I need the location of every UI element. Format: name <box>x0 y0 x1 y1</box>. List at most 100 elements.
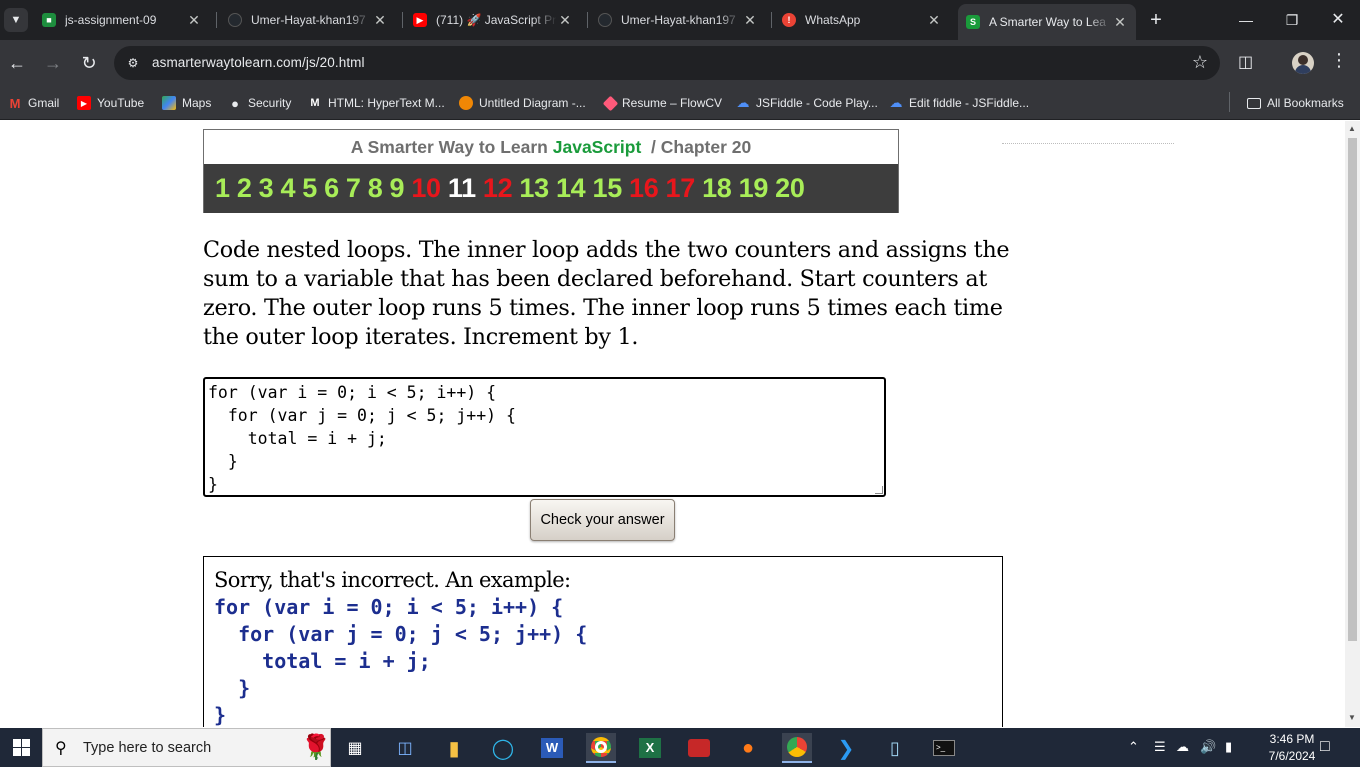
tab-search-button[interactable]: ▼ <box>4 8 28 32</box>
close-icon[interactable]: ✕ <box>742 12 758 29</box>
bookmarks-separator <box>1229 92 1230 112</box>
chapter-link-16[interactable]: 16 <box>629 173 659 204</box>
bookmark-label: Security <box>248 96 292 110</box>
vscode-icon[interactable]: ❯ <box>831 733 861 763</box>
screen-recorder-icon[interactable] <box>684 733 714 763</box>
file-explorer-icon[interactable]: ▮ <box>439 733 469 763</box>
chrome-menu-icon[interactable]: ⋮ <box>1330 50 1348 71</box>
chapter-link-20[interactable]: 20 <box>775 173 805 204</box>
bookmark-maps[interactable]: Maps <box>162 93 211 113</box>
check-answer-button[interactable]: Check your answer <box>530 499 675 541</box>
windows-taskbar: ⚲ Type here to search 🌹 ▦ ◫ ▮ ◯ W X ● ❯ … <box>0 728 1360 767</box>
resize-grip-icon[interactable] <box>875 486 883 494</box>
bookmark-drawio[interactable]: Untitled Diagram -... <box>459 93 586 113</box>
show-hidden-icons[interactable]: ⌃ <box>1128 739 1139 755</box>
chapter-link-19[interactable]: 19 <box>739 173 769 204</box>
tab-youtube[interactable]: ▶ (711) 🚀 JavaScript Pr ✕ <box>405 6 581 34</box>
close-icon[interactable]: ✕ <box>1112 14 1128 31</box>
bookmark-label: Gmail <box>28 96 60 110</box>
forward-button[interactable]: → <box>41 51 65 75</box>
chapter-link-3[interactable]: 3 <box>259 173 274 204</box>
close-icon[interactable]: ✕ <box>926 12 942 29</box>
tab-github-1[interactable]: Umer-Hayat-khan197 ✕ <box>220 6 396 34</box>
notifications-icon[interactable]: □ <box>1320 738 1330 756</box>
battery-icon[interactable]: ▮ <box>1225 739 1232 755</box>
chapter-link-14[interactable]: 14 <box>556 173 586 204</box>
chapter-link-8[interactable]: 8 <box>368 173 383 204</box>
chapter-link-6[interactable]: 6 <box>324 173 339 204</box>
answer-code[interactable]: for (var i = 0; i < 5; i++) { for (var j… <box>208 383 516 494</box>
github-icon <box>598 13 612 27</box>
tab-title: Umer-Hayat-khan197 <box>621 13 736 27</box>
tab-title: js-assignment-09 <box>65 13 157 27</box>
page-scrollbar[interactable]: ▲ ▼ <box>1345 121 1360 727</box>
word-icon[interactable]: W <box>537 733 567 763</box>
tab-separator <box>771 12 772 28</box>
bookmark-flowcv[interactable]: Resume – FlowCV <box>602 93 722 113</box>
close-icon[interactable]: ✕ <box>372 12 388 29</box>
start-button[interactable] <box>0 728 42 767</box>
chapter-link-4[interactable]: 4 <box>280 173 295 204</box>
new-tab-button[interactable]: + <box>1146 10 1166 30</box>
restore-button[interactable]: ❐ <box>1277 8 1307 32</box>
url-text[interactable]: asmarterwaytolearn.com/js/20.html <box>152 55 365 70</box>
chapter-link-2[interactable]: 2 <box>237 173 252 204</box>
chapter-link-1[interactable]: 1 <box>215 173 230 204</box>
chrome-profile-icon[interactable] <box>782 733 812 763</box>
chapter-link-5[interactable]: 5 <box>302 173 317 204</box>
chrome-icon[interactable] <box>586 733 616 763</box>
edge-icon[interactable]: ◯ <box>488 733 518 763</box>
bookmark-gmail[interactable]: M Gmail <box>8 93 60 113</box>
profile-avatar[interactable] <box>1292 52 1314 74</box>
extensions-icon[interactable]: ◫ <box>1238 52 1253 72</box>
lesson-header: A Smarter Way to Learn JavaScript / Chap… <box>203 129 899 213</box>
chapter-link-13[interactable]: 13 <box>519 173 549 204</box>
chapter-link-15[interactable]: 15 <box>592 173 622 204</box>
scrollbar-thumb[interactable] <box>1348 138 1357 641</box>
chapter-link-18[interactable]: 18 <box>702 173 732 204</box>
minimize-button[interactable]: — <box>1231 8 1261 32</box>
chapter-link-9[interactable]: 9 <box>390 173 405 204</box>
site-settings-icon[interactable]: ⚙ <box>124 54 142 72</box>
task-view-icon[interactable]: ▦ <box>340 733 370 763</box>
chapter-link-7[interactable]: 7 <box>346 173 361 204</box>
chapter-link-17[interactable]: 17 <box>666 173 696 204</box>
firefox-icon[interactable]: ● <box>733 733 763 763</box>
bookmark-security[interactable]: ● Security <box>228 93 291 113</box>
chapter-link-12[interactable]: 12 <box>483 173 513 204</box>
all-bookmarks-button[interactable]: All Bookmarks <box>1247 93 1344 113</box>
bookmark-label: JSFiddle - Code Play... <box>756 96 878 110</box>
reload-button[interactable]: ↻ <box>77 51 101 75</box>
close-icon[interactable]: ✕ <box>557 12 573 29</box>
this-pc-icon[interactable]: ◫ <box>390 733 420 763</box>
bookmark-mdn[interactable]: M HTML: HyperText M... <box>308 93 444 113</box>
bookmark-youtube[interactable]: ▶ YouTube <box>77 93 144 113</box>
tab-js-assignment[interactable]: ■ js-assignment-09 ✕ <box>34 6 210 34</box>
onedrive-icon[interactable]: ☁ <box>1176 739 1189 755</box>
chapter-link-11[interactable]: 11 <box>448 173 476 204</box>
title-javascript: JavaScript <box>552 137 642 157</box>
tab-strip: ▼ ■ js-assignment-09 ✕ Umer-Hayat-khan19… <box>0 0 1360 40</box>
close-window-button[interactable]: ✕ <box>1323 8 1353 32</box>
chapter-link-10[interactable]: 10 <box>411 173 441 204</box>
close-icon[interactable]: ✕ <box>186 12 202 29</box>
system-clock[interactable]: 3:46 PM 7/6/2024 <box>1260 731 1324 765</box>
address-bar[interactable]: ⚙ asmarterwaytolearn.com/js/20.html ☆ <box>114 46 1220 80</box>
tab-smarter-way[interactable]: S A Smarter Way to Lea ✕ <box>958 4 1136 40</box>
back-button[interactable]: ← <box>5 51 29 75</box>
notepad-icon[interactable]: ▯ <box>880 733 910 763</box>
volume-icon[interactable]: 🔊 <box>1200 739 1216 755</box>
scroll-up-icon[interactable]: ▲ <box>1348 124 1356 133</box>
bookmark-jsfiddle-2[interactable]: ☁ Edit fiddle - JSFiddle... <box>889 93 1030 113</box>
scroll-down-icon[interactable]: ▼ <box>1348 713 1356 722</box>
tab-github-2[interactable]: Umer-Hayat-khan197 ✕ <box>590 6 766 34</box>
terminal-icon[interactable]: >_ <box>929 733 959 763</box>
bookmark-star-icon[interactable]: ☆ <box>1192 52 1208 73</box>
bookmark-jsfiddle-1[interactable]: ☁ JSFiddle - Code Play... <box>736 93 878 113</box>
network-icon[interactable]: ☰ <box>1154 739 1166 755</box>
answer-textarea[interactable]: for (var i = 0; i < 5; i++) { for (var j… <box>203 377 886 497</box>
taskbar-search[interactable]: ⚲ Type here to search 🌹 <box>42 728 331 767</box>
tab-whatsapp[interactable]: ! WhatsApp ✕ <box>774 6 950 34</box>
bookmarks-bar: M Gmail ▶ YouTube Maps ● Security M HTML: Hy… <box>0 86 1360 120</box>
excel-icon[interactable]: X <box>635 733 665 763</box>
